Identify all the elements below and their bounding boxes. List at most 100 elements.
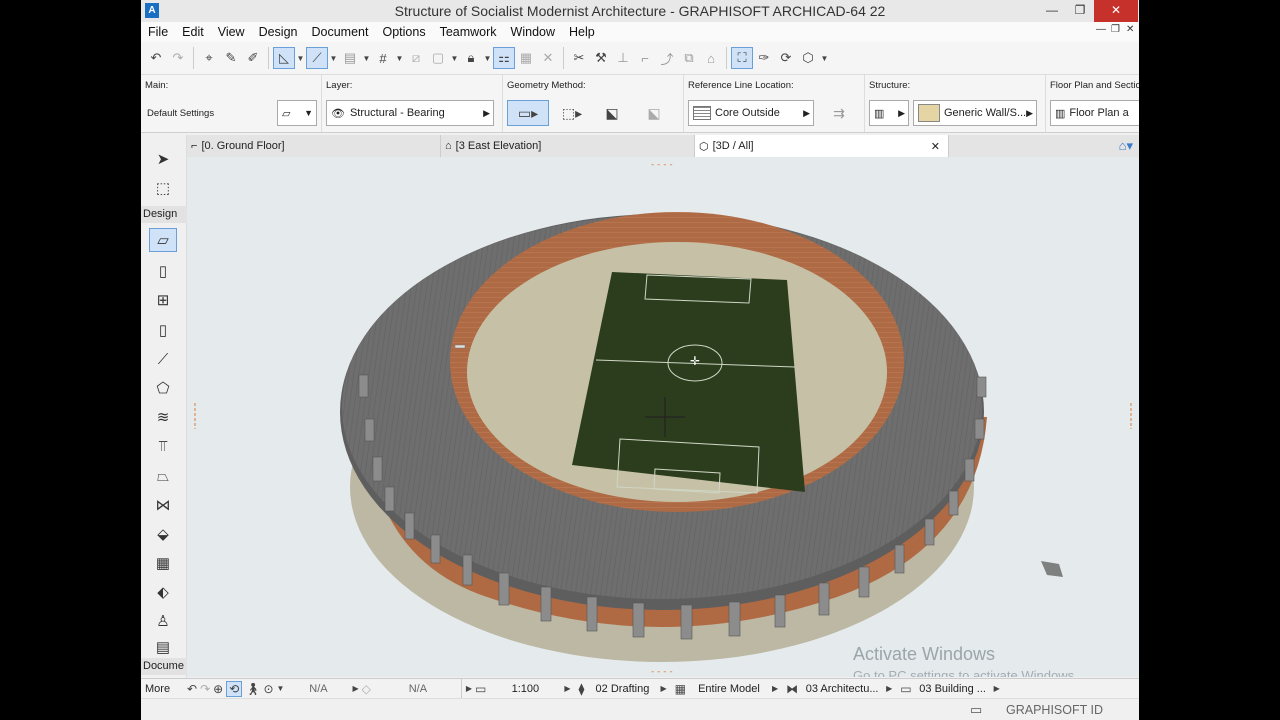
polygon-wall-button[interactable]: ⬕ — [595, 100, 629, 126]
chevron-down-icon[interactable]: ▼ — [277, 684, 285, 693]
slanted-wall-button[interactable]: ⬕ — [637, 100, 671, 126]
grid-snap-icon[interactable]: # — [372, 47, 394, 69]
orbit-icon[interactable]: ⟲ — [226, 680, 243, 697]
restore-button[interactable]: ❐ — [1066, 0, 1094, 22]
intersect-icon[interactable]: ⌂ — [700, 47, 722, 69]
refline-dropdown[interactable]: Core Outside ▶ — [688, 100, 814, 126]
menu-document[interactable]: Document — [305, 25, 376, 39]
mdi-restore-icon[interactable]: ❐ — [1111, 24, 1120, 35]
dimension-icon[interactable]: ▦ — [515, 47, 537, 69]
selection-frame-icon[interactable]: ⛶ — [731, 47, 753, 69]
layer-icon[interactable]: ⧄ — [405, 47, 427, 69]
straight-wall-button[interactable]: ▭▸ — [507, 100, 549, 126]
layer-combination-group[interactable]: ⧓ 03 Architectu... ▶ — [782, 679, 896, 699]
zoom-icon[interactable]: ⊙ — [263, 682, 273, 696]
chevron-down-icon[interactable]: ▼ — [449, 47, 460, 69]
3d-viewport[interactable]: ✛ - - - - - - - - Activate Windows Go to… — [187, 157, 1139, 677]
walk-icon[interactable]: 🚶︎ — [245, 682, 260, 696]
window-tool-icon[interactable]: ⊞ — [149, 288, 177, 312]
pen-icon[interactable]: ✑ — [753, 47, 775, 69]
column-tool-icon[interactable]: ▯ — [149, 318, 177, 342]
trapezoid-wall-button[interactable]: ⬚▸ — [555, 100, 589, 126]
wall-geometry-dropdown[interactable]: ▱ ▼ — [277, 100, 317, 126]
zoom-in-icon[interactable]: ⊕ — [213, 682, 223, 696]
snap-guides-icon[interactable]: ⟋ — [306, 47, 328, 69]
graphisoft-id-label[interactable]: GRAPHISOFT ID — [1006, 703, 1103, 717]
redo-icon[interactable]: ↷ — [167, 47, 189, 69]
marquee-tool-icon[interactable]: ⬚ — [149, 176, 177, 200]
menu-teamwork[interactable]: Teamwork — [433, 25, 504, 39]
design-group-label[interactable]: Design — [141, 206, 187, 223]
rotate-view-icon[interactable]: ⟳ — [775, 47, 797, 69]
scissors-icon[interactable]: ✂ — [568, 47, 590, 69]
offset-icon[interactable]: ⧉ — [678, 47, 700, 69]
fillet-icon[interactable]: ⤴ — [656, 47, 678, 69]
chevron-down-icon[interactable]: ▼ — [394, 47, 405, 69]
layout-icon[interactable]: ▭ — [970, 702, 982, 718]
more-button[interactable]: More — [141, 679, 183, 699]
shell-tool-icon[interactable]: ⋈ — [149, 493, 177, 517]
arrow-tool-icon[interactable]: ➤ — [149, 147, 177, 171]
lock-icon[interactable]: 🔒︎ — [460, 47, 482, 69]
door-tool-icon[interactable]: ▯ — [149, 259, 177, 283]
wall-tool-icon[interactable]: ▱ — [149, 228, 177, 252]
roof-tool-icon[interactable]: ⏢ — [149, 464, 177, 488]
minimize-button[interactable]: — — [1038, 0, 1066, 22]
undo-icon[interactable]: ↶ — [145, 47, 167, 69]
chevron-down-icon[interactable]: ▼ — [328, 47, 339, 69]
renovation-icon[interactable]: ▢ — [427, 47, 449, 69]
close-tab-icon[interactable]: ✕ — [931, 140, 940, 153]
eyedropper-icon[interactable]: ✎ — [220, 47, 242, 69]
structure-type-dropdown[interactable]: ▥ ▶ — [869, 100, 909, 126]
slab-tool-icon[interactable]: ⬠ — [149, 376, 177, 400]
chevron-down-icon[interactable]: ▼ — [295, 47, 306, 69]
floorplan-dropdown[interactable]: ▥ Floor Plan a — [1050, 100, 1139, 126]
chevron-down-icon[interactable]: ▼ — [482, 47, 493, 69]
scale-group[interactable]: ▶ ▭ 1:100 ▶ — [460, 678, 575, 699]
adjust-icon[interactable]: ⚒ — [590, 47, 612, 69]
split-icon[interactable]: ⊥ — [612, 47, 634, 69]
model-view-group[interactable]: ▦ Entire Model ▶ — [671, 679, 783, 699]
beam-tool-icon[interactable]: ⟋ — [149, 347, 177, 371]
explode-icon[interactable]: ✕ — [537, 47, 559, 69]
menu-view[interactable]: View — [211, 25, 252, 39]
skylight-tool-icon[interactable]: ⬙ — [149, 522, 177, 546]
menu-options[interactable]: Options — [375, 25, 432, 39]
guide-lines-icon[interactable]: ◺ — [273, 47, 295, 69]
chevron-down-icon[interactable]: ▼ — [361, 47, 372, 69]
tab-ground-floor[interactable]: ⌐ [0. Ground Floor] — [187, 135, 441, 157]
curtain-wall-tool-icon[interactable]: ▦ — [149, 551, 177, 575]
menu-window[interactable]: Window — [504, 25, 562, 39]
dimension-group[interactable]: ▭ 03 Building ... ▶ — [896, 679, 1004, 699]
zone-tool-icon[interactable]: ▤ — [149, 638, 177, 656]
syringe-icon[interactable]: ✐ — [242, 47, 264, 69]
mdi-minimize-icon[interactable]: — — [1096, 24, 1106, 35]
trace-reference-icon[interactable]: ▤ — [339, 47, 361, 69]
tab-east-elevation[interactable]: ⌂ [3 East Elevation] — [441, 135, 695, 157]
find-select-icon[interactable]: ⌖ — [198, 47, 220, 69]
mdi-close-icon[interactable]: ✕ — [1126, 24, 1134, 35]
undo-view-icon[interactable]: ↶ — [187, 682, 197, 696]
morph-tool-icon[interactable]: ⬖ — [149, 580, 177, 604]
menu-design[interactable]: Design — [252, 25, 305, 39]
layer-dropdown[interactable]: 👁︎ Structural - Bearing ▶ — [326, 100, 494, 126]
suspend-groups-icon[interactable]: ⚏ — [493, 47, 515, 69]
structure-dropdown[interactable]: Generic Wall/S... ▶ — [913, 100, 1037, 126]
menu-help[interactable]: Help — [562, 25, 602, 39]
resize-icon[interactable]: ⌐ — [634, 47, 656, 69]
flip-direction-icon[interactable]: ⇉ — [822, 100, 856, 126]
stair-tool-icon[interactable]: ≋ — [149, 405, 177, 429]
chevron-down-icon[interactable]: ▼ — [819, 47, 830, 69]
close-window-button[interactable]: ✕ — [1094, 0, 1138, 22]
pen-set-group[interactable]: ⧫ 02 Drafting ▶ — [575, 679, 671, 699]
tab-3d-all[interactable]: ⬡ [3D / All] ✕ — [695, 135, 949, 157]
document-group-label[interactable]: Docume — [141, 658, 187, 675]
3d-view-icon[interactable]: ⬡ — [797, 47, 819, 69]
chevron-right-icon[interactable]: ▶ — [352, 684, 358, 693]
railing-tool-icon[interactable]: ⫪ — [149, 434, 177, 458]
object-tool-icon[interactable]: ♙ — [149, 609, 177, 633]
menu-edit[interactable]: Edit — [175, 25, 211, 39]
redo-view-icon[interactable]: ↷ — [200, 682, 210, 696]
navigator-icon[interactable]: ⌂▾ — [1115, 135, 1139, 157]
menu-file[interactable]: File — [141, 25, 175, 39]
